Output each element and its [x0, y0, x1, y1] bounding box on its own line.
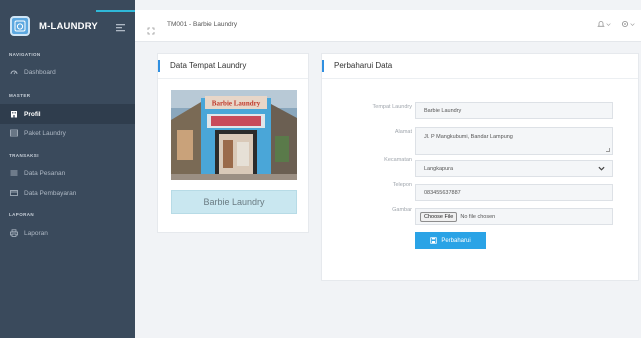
perbaharui-button[interactable]: Perbaharui	[415, 232, 486, 249]
table-icon	[10, 129, 18, 137]
chevron-down-icon	[630, 22, 635, 26]
bell-icon	[597, 21, 605, 27]
app-frame: M-LAUNDRY NAVIGATION Dashboard MASTER Pr…	[0, 0, 641, 338]
tempat-laundry-input[interactable]: Barbie Laundry	[415, 102, 613, 119]
gear-icon	[621, 20, 629, 28]
chevron-down-icon	[606, 22, 611, 26]
storefront-image: Barbie Laundry	[171, 90, 297, 180]
nav-section-laporan: LAPORAN	[9, 212, 35, 217]
sidebar-item-label: Laporan	[24, 229, 48, 237]
chevron-down-icon	[598, 166, 605, 171]
sidebar-item-laporan[interactable]: Laporan	[0, 223, 135, 243]
list-icon	[10, 169, 18, 177]
sidebar-toggle-icon[interactable]	[115, 20, 126, 32]
telepon-input[interactable]: 083455637887	[415, 184, 613, 201]
alamat-textarea[interactable]: Jl. P Mangkubumi, Bandar Lampung	[415, 127, 613, 155]
sidebar-item-profil[interactable]: Profil	[0, 104, 135, 124]
settings-menu[interactable]	[621, 20, 635, 28]
washing-machine-icon	[10, 16, 30, 36]
card-header: Perbaharui Data	[322, 54, 638, 79]
laundry-info-card: Data Tempat Laundry Barbie Laundry Barbi…	[157, 53, 309, 233]
sidebar-item-data-pembayaran[interactable]: Data Pembayaran	[0, 183, 135, 203]
building-icon	[10, 110, 18, 118]
telepon-label: Telepon	[392, 182, 412, 188]
title-accent	[322, 60, 324, 72]
top-right-actions	[597, 20, 635, 28]
sidebar-item-label: Data Pesanan	[24, 169, 66, 177]
notification-menu[interactable]	[597, 20, 611, 28]
nav-section-transaksi: TRANSAKSI	[9, 153, 39, 158]
expand-icon[interactable]	[147, 22, 155, 35]
alamat-value: Jl. P Mangkubumi, Bandar Lampung	[424, 134, 513, 140]
card-icon	[10, 189, 18, 197]
laundry-name-label: Barbie Laundry	[171, 190, 297, 214]
storefront-sign-text: Barbie Laundry	[212, 100, 261, 108]
sidebar-item-data-pesanan[interactable]: Data Pesanan	[0, 163, 135, 183]
sidebar-item-paket-laundry[interactable]: Paket Laundry	[0, 123, 135, 143]
choose-file-button[interactable]: Choose File	[420, 211, 458, 222]
brand-name: M-LAUNDRY	[39, 20, 98, 32]
gambar-file-input[interactable]: Choose File No file chosen	[415, 208, 613, 225]
tempat-laundry-label: Tempat Laundry	[372, 104, 412, 110]
sidebar-item-dashboard[interactable]: Dashboard	[0, 62, 135, 82]
kecamatan-value: Langkapura	[424, 165, 454, 172]
resize-handle-icon[interactable]	[606, 148, 610, 152]
print-icon	[10, 229, 18, 237]
sidebar-item-label: Paket Laundry	[24, 129, 66, 137]
dashboard-icon	[10, 68, 18, 76]
card-title: Data Tempat Laundry	[170, 61, 247, 70]
perbaharui-label: Perbaharui	[441, 237, 471, 244]
file-status: No file chosen	[460, 213, 496, 220]
sidebar-item-label: Dashboard	[24, 68, 56, 76]
update-data-card: Perbaharui Data Tempat Laundry Barbie La…	[321, 53, 639, 281]
sidebar-item-label: Profil	[24, 110, 41, 118]
title-accent	[158, 60, 160, 72]
kecamatan-select[interactable]: Langkapura	[415, 160, 613, 177]
kecamatan-label: Kecamatan	[384, 157, 412, 163]
card-header: Data Tempat Laundry	[158, 54, 308, 79]
laundry-photo: Barbie Laundry	[171, 90, 297, 180]
nav-section-navigation: NAVIGATION	[9, 52, 41, 57]
breadcrumb: TM001 - Barbie Laundry	[167, 21, 238, 28]
save-icon	[430, 237, 438, 244]
alamat-label: Alamat	[394, 129, 412, 135]
gambar-label: Gambar	[392, 207, 412, 213]
topbar: TM001 - Barbie Laundry	[135, 10, 641, 42]
nav-section-master: MASTER	[9, 93, 31, 98]
sidebar-item-label: Data Pembayaran	[24, 189, 77, 197]
sidebar: M-LAUNDRY NAVIGATION Dashboard MASTER Pr…	[0, 0, 135, 338]
card-title: Perbaharui Data	[334, 61, 393, 70]
brand[interactable]: M-LAUNDRY	[0, 10, 135, 42]
